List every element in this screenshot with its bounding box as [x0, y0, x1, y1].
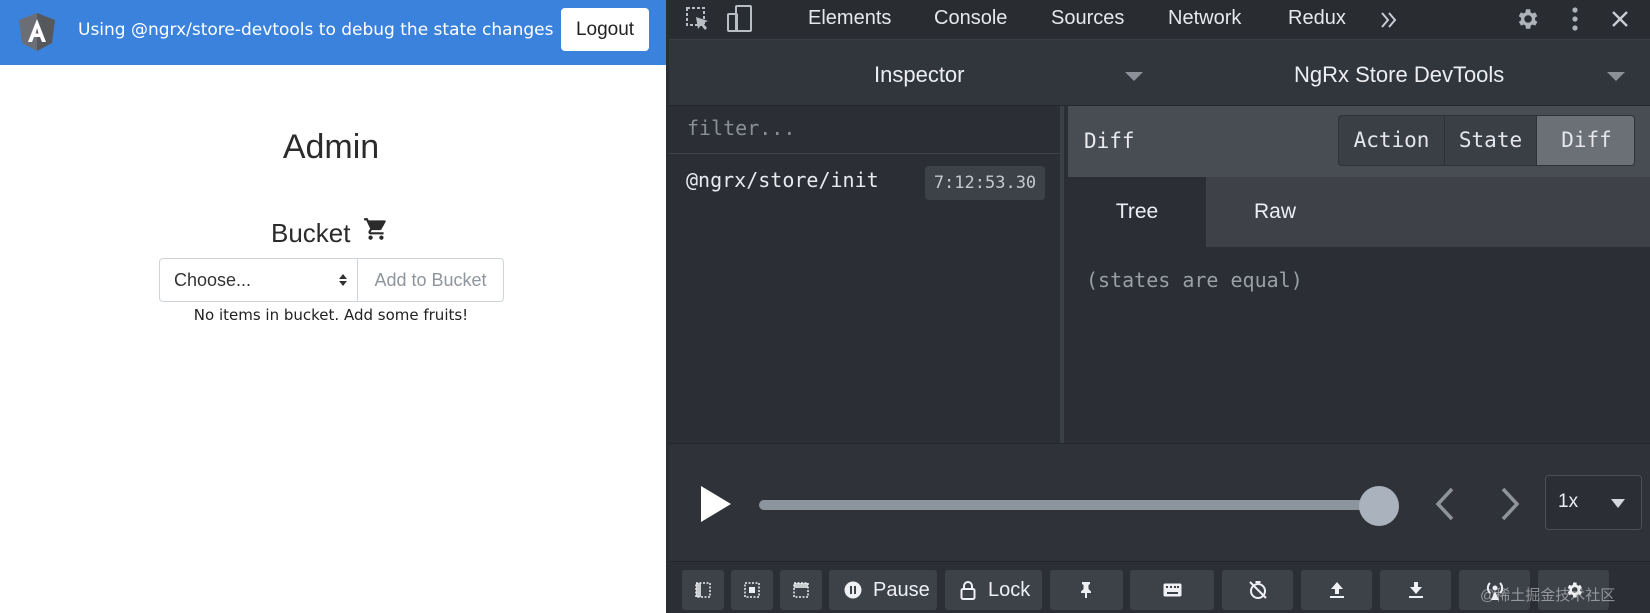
mode-switcher: Action State Diff — [1338, 115, 1635, 166]
fruit-select[interactable]: Choose... — [159, 258, 358, 302]
slider-track[interactable] — [759, 500, 1379, 510]
app-header: Using @ngrx/store-devtools to debug the … — [0, 0, 668, 65]
tab-elements[interactable]: Elements — [808, 7, 891, 30]
pin-icon — [1081, 582, 1091, 598]
monitor-header: Diff Action State Diff — [1068, 106, 1650, 177]
devtools-panel: Elements Console Sources Network Redux I… — [669, 0, 1650, 613]
pause-label: Pause — [873, 579, 930, 601]
close-icon[interactable] — [1610, 9, 1630, 29]
lock-label: Lock — [988, 579, 1031, 601]
tab-console[interactable]: Console — [934, 7, 1007, 30]
grid-center-icon — [744, 582, 760, 598]
log-monitor-button[interactable] — [731, 570, 773, 610]
slider-thumb[interactable] — [1359, 486, 1399, 526]
app-viewport: Using @ngrx/store-devtools to debug the … — [0, 0, 668, 613]
grid-top-icon — [793, 582, 809, 598]
filter-input[interactable]: filter... — [669, 106, 1060, 154]
instance-select-caret-icon[interactable] — [1607, 72, 1625, 81]
app-title: Using @ngrx/store-devtools to debug the … — [78, 20, 554, 40]
tab-tree[interactable]: Tree — [1068, 177, 1206, 247]
tab-diff[interactable]: Diff — [1537, 116, 1634, 165]
monitor-title: Diff — [1084, 129, 1135, 153]
persist-button[interactable] — [1050, 570, 1123, 610]
speed-value: 1x — [1558, 491, 1579, 512]
select-updown-icon — [339, 274, 347, 286]
empty-bucket-message: No items in bucket. Add some fruits! — [193, 306, 469, 324]
devtools-tab-bar: Elements Console Sources Network Redux — [669, 0, 1650, 40]
angular-logo-icon — [19, 13, 55, 51]
tab-sources[interactable]: Sources — [1051, 7, 1124, 30]
gear-icon[interactable] — [1514, 6, 1540, 32]
double-chevron-icon[interactable] — [1380, 11, 1398, 29]
tab-action[interactable]: Action — [1339, 116, 1445, 165]
keyboard-icon — [1163, 583, 1182, 597]
timer-off-icon — [1249, 581, 1267, 599]
bucket-heading: Bucket — [271, 218, 351, 248]
device-toolbar-icon[interactable] — [727, 5, 753, 33]
speed-select[interactable]: 1x — [1545, 475, 1642, 530]
cart-icon — [364, 218, 386, 240]
page-title: Admin — [282, 128, 380, 166]
lock-button[interactable]: Lock — [945, 570, 1042, 610]
lock-icon — [960, 581, 976, 600]
upload-icon — [1330, 582, 1344, 598]
inspector-monitor-button[interactable] — [682, 570, 724, 610]
inspect-element-icon[interactable] — [685, 6, 711, 32]
chart-monitor-button[interactable] — [780, 570, 822, 610]
redux-panel-header: Inspector NgRx Store DevTools — [669, 40, 1650, 106]
action-name: @ngrx/store/init — [686, 168, 879, 192]
test-generator-button[interactable] — [1222, 570, 1293, 610]
tab-raw[interactable]: Raw — [1206, 177, 1344, 247]
dispatcher-button[interactable] — [1130, 570, 1214, 610]
action-list: filter... @ngrx/store/init 7:12:53.30 — [669, 106, 1064, 443]
add-to-bucket-button[interactable]: Add to Bucket — [357, 258, 504, 302]
chevron-left-icon[interactable] — [1434, 486, 1456, 522]
monitor-select[interactable]: Inspector — [874, 62, 965, 88]
download-icon — [1409, 582, 1423, 598]
tab-network[interactable]: Network — [1168, 7, 1241, 30]
chevron-right-icon[interactable] — [1499, 486, 1521, 522]
fruit-select-value: Choose... — [174, 270, 252, 290]
pause-icon — [844, 581, 862, 599]
instance-select[interactable]: NgRx Store DevTools — [1294, 62, 1504, 88]
kebab-menu-icon[interactable] — [1570, 6, 1580, 32]
action-timestamp: 7:12:53.30 — [925, 166, 1045, 200]
diff-message: (states are equal) — [1086, 268, 1303, 292]
tab-redux[interactable]: Redux — [1288, 7, 1346, 30]
speed-caret-icon — [1611, 499, 1625, 508]
grid-left-icon — [695, 582, 711, 598]
monitor-select-caret-icon[interactable] — [1125, 72, 1143, 81]
logout-button[interactable]: Logout — [561, 8, 649, 51]
watermark-text: @稀土掘金技术社区 — [1480, 587, 1616, 604]
import-button[interactable] — [1380, 570, 1451, 610]
view-tabs: Tree Raw — [1068, 177, 1650, 247]
tab-state[interactable]: State — [1445, 116, 1537, 165]
action-list-item[interactable]: @ngrx/store/init 7:12:53.30 — [669, 154, 1060, 208]
play-icon[interactable] — [699, 484, 733, 524]
time-travel-slider: 1x — [669, 443, 1650, 561]
export-button[interactable] — [1301, 570, 1372, 610]
inspector-monitor: Diff Action State Diff Tree Raw (states … — [1068, 106, 1650, 443]
pause-button[interactable]: Pause — [829, 570, 937, 610]
